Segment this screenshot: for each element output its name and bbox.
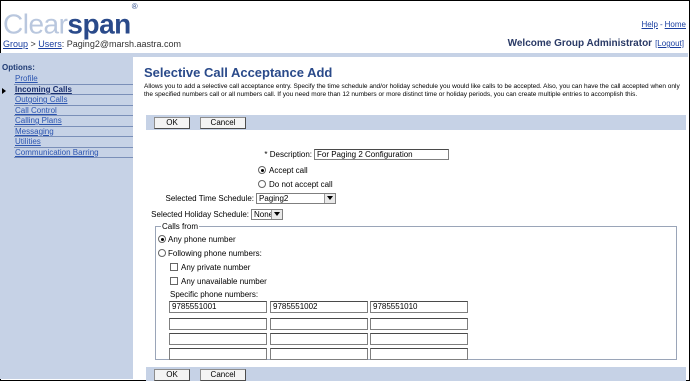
breadcrumb: Group > Users: Paging2@marsh.aastra.com <box>3 39 181 49</box>
clearspan-logo: Clearspan® <box>3 2 138 40</box>
bottom-button-bar: OK Cancel <box>146 367 686 381</box>
time-schedule-value: Paging2 <box>259 194 289 203</box>
description-input[interactable]: For Paging 2 Configuration <box>314 149 449 160</box>
phone-number-field-10[interactable] <box>169 348 267 360</box>
logo-trademark: ® <box>131 2 138 11</box>
welcome-text: Welcome Group Administrator <box>507 38 653 49</box>
sidebar-item-call-control[interactable]: Call Control <box>14 106 133 116</box>
sidebar-item-label[interactable]: Utilities <box>15 137 41 146</box>
any-unavailable-number-label: Any unavailable number <box>181 277 267 286</box>
chevron-down-icon[interactable] <box>324 194 335 203</box>
accept-call-radio[interactable] <box>258 166 266 174</box>
sidebar-item-communication-barring[interactable]: Communication Barring <box>14 148 133 158</box>
page-title: Selective Call Acceptance Add <box>144 65 333 80</box>
ok-button[interactable]: OK <box>154 117 190 129</box>
chevron-down-icon[interactable] <box>271 210 282 219</box>
specific-numbers-label: Specific phone numbers: <box>170 290 259 299</box>
sidebar-list: Profile Incoming Calls Outgoing Calls Ca… <box>14 74 133 158</box>
help-link[interactable]: Help <box>642 20 658 29</box>
logout-link[interactable]: [Logout] <box>655 39 684 48</box>
current-item-arrow-icon <box>2 88 6 94</box>
following-phone-numbers-radio[interactable] <box>158 249 166 257</box>
cancel-button[interactable]: Cancel <box>200 117 246 129</box>
home-link[interactable]: Home <box>665 20 686 29</box>
top-button-bar: OK Cancel <box>146 115 686 130</box>
phone-number-field-12[interactable] <box>370 348 468 360</box>
time-schedule-label: Selected Time Schedule: <box>165 194 255 203</box>
logo-text-span: span <box>67 8 131 40</box>
sidebar-item-label[interactable]: Incoming Calls <box>15 85 72 94</box>
sidebar-item-label[interactable]: Communication Barring <box>15 148 99 157</box>
phone-number-field-2[interactable]: 9785551002 <box>270 301 368 313</box>
breadcrumb-user-path: : Paging2@marsh.aastra.com <box>61 39 181 49</box>
phone-number-field-4[interactable] <box>169 318 267 330</box>
any-unavailable-number-checkbox[interactable] <box>170 277 178 285</box>
any-private-number-label: Any private number <box>181 263 251 272</box>
phone-number-field-7[interactable] <box>169 333 267 345</box>
do-not-accept-call-radio[interactable] <box>258 180 266 188</box>
phone-number-field-3[interactable]: 9785551010 <box>370 301 468 313</box>
phone-number-field-9[interactable] <box>370 333 468 345</box>
cancel-button-bottom[interactable]: Cancel <box>200 369 246 381</box>
sidebar-item-label[interactable]: Outgoing Calls <box>15 95 67 104</box>
sidebar-item-calling-plans[interactable]: Calling Plans <box>14 116 133 127</box>
sidebar-item-outgoing-calls[interactable]: Outgoing Calls <box>14 95 133 106</box>
accept-call-label: Accept call <box>269 166 308 175</box>
sidebar-item-messaging[interactable]: Messaging <box>14 127 133 137</box>
sidebar-item-utilities[interactable]: Utilities <box>14 137 133 148</box>
sidebar-item-label[interactable]: Profile <box>15 74 38 83</box>
phone-number-field-11[interactable] <box>270 348 368 360</box>
description-label: * Description: <box>264 150 312 159</box>
any-private-number-checkbox[interactable] <box>170 263 178 271</box>
ok-button-bottom[interactable]: OK <box>154 369 190 381</box>
breadcrumb-row: Group > Users: Paging2@marsh.aastra.com … <box>0 37 688 52</box>
phone-number-field-6[interactable] <box>370 318 468 330</box>
calls-from-legend: Calls from <box>161 222 200 231</box>
welcome-message: Welcome Group Administrator [Logout] <box>508 38 684 49</box>
logo-text-clear: Clear <box>3 8 68 40</box>
page-description: Allows you to add a selective call accep… <box>144 83 680 98</box>
sidebar-title: Options: <box>2 63 35 72</box>
top-links: Help - Home <box>642 20 686 29</box>
phone-number-field-8[interactable] <box>270 333 368 345</box>
sidebar-item-label[interactable]: Call Control <box>15 106 57 115</box>
phone-number-field-5[interactable] <box>270 318 368 330</box>
any-phone-number-radio[interactable] <box>158 235 166 243</box>
sidebar-item-profile[interactable]: Profile <box>14 74 133 85</box>
breadcrumb-users[interactable]: Users <box>38 39 62 49</box>
link-separator: - <box>659 20 663 29</box>
following-phone-numbers-label: Following phone numbers: <box>168 249 262 258</box>
sidebar-item-label[interactable]: Calling Plans <box>15 116 62 125</box>
sidebar: Options: Profile Incoming Calls Outgoing… <box>0 57 133 379</box>
any-phone-number-label: Any phone number <box>168 235 236 244</box>
do-not-accept-call-label: Do not accept call <box>269 180 333 189</box>
phone-number-field-1[interactable]: 9785551001 <box>169 301 267 313</box>
sidebar-item-label[interactable]: Messaging <box>15 127 54 136</box>
breadcrumb-separator: > <box>28 39 39 49</box>
sidebar-item-incoming-calls[interactable]: Incoming Calls <box>14 85 133 95</box>
calls-from-group: Calls from Any phone number Following ph… <box>155 222 677 360</box>
time-schedule-select[interactable]: Paging2 <box>256 193 336 204</box>
breadcrumb-group[interactable]: Group <box>3 39 28 49</box>
holiday-schedule-label: Selected Holiday Schedule: <box>151 210 249 219</box>
holiday-schedule-select[interactable]: None <box>251 209 283 220</box>
